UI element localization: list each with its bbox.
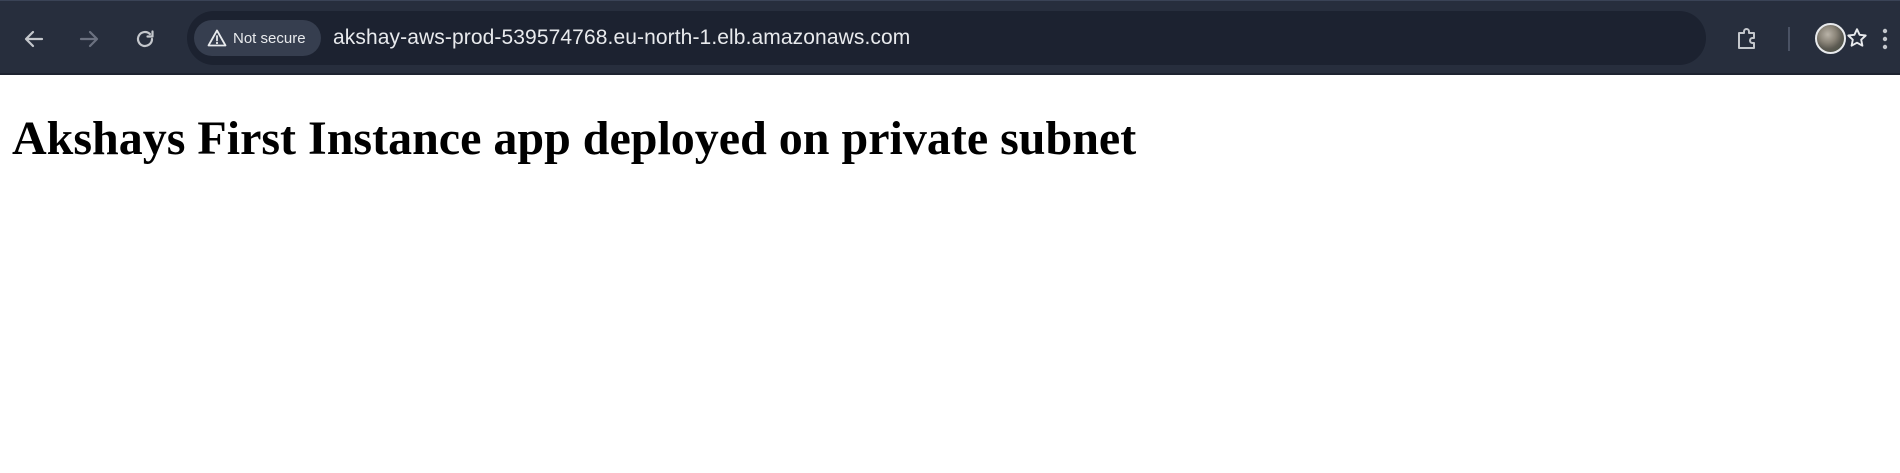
toolbar-divider bbox=[1788, 27, 1790, 51]
warning-triangle-icon bbox=[207, 29, 227, 47]
url-text[interactable]: akshay-aws-prod-539574768.eu-north-1.elb… bbox=[333, 11, 910, 65]
arrow-left-icon bbox=[24, 30, 44, 48]
puzzle-piece-icon bbox=[1738, 28, 1755, 49]
profile-avatar[interactable] bbox=[1815, 23, 1846, 54]
extensions-button[interactable] bbox=[1729, 21, 1765, 57]
back-button[interactable] bbox=[16, 21, 52, 57]
page-heading: Akshays First Instance app deployed on p… bbox=[12, 112, 1137, 165]
page-content: Akshays First Instance app deployed on p… bbox=[0, 75, 1900, 473]
browser-menu-button[interactable] bbox=[1872, 21, 1898, 57]
vertical-dots-icon bbox=[1882, 28, 1888, 50]
reload-icon bbox=[136, 30, 154, 48]
address-bar[interactable]: Not secure akshay-aws-prod-539574768.eu-… bbox=[187, 11, 1867, 65]
forward-button[interactable] bbox=[71, 21, 107, 57]
star-icon bbox=[1847, 28, 1867, 47]
arrow-right-icon bbox=[79, 30, 99, 48]
browser-toolbar: Not secure akshay-aws-prod-539574768.eu-… bbox=[0, 0, 1900, 75]
security-label: Not secure bbox=[233, 29, 306, 47]
security-indicator[interactable]: Not secure bbox=[194, 20, 321, 56]
reload-button[interactable] bbox=[127, 21, 163, 57]
